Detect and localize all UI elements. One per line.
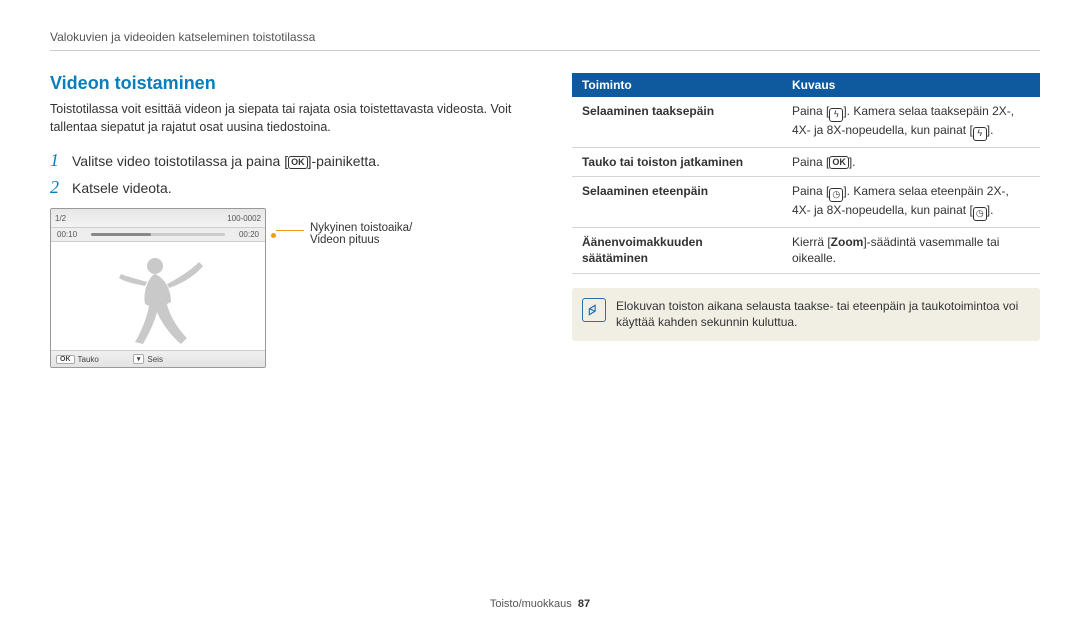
step-text: Katsele videota. — [72, 180, 172, 196]
stop-label: Seis — [147, 355, 163, 364]
breadcrumb: Valokuvien ja videoiden katseleminen toi… — [50, 30, 1040, 51]
callout: Nykyinen toistoaika/ Videon pituus — [276, 222, 412, 246]
desc-scan-back: Paina [ϟ]. Kamera selaa taaksepäin 2X-, … — [782, 97, 1040, 148]
zoom-label: Zoom — [831, 235, 864, 249]
ok-icon: OK — [288, 156, 308, 169]
callout-line2: Videon pituus — [310, 234, 379, 246]
ok-chip: OK — [56, 355, 75, 364]
desc-pause-resume: Paina [OK]. — [782, 148, 1040, 177]
ok-icon: OK — [829, 156, 849, 169]
stop-chip: ▾ — [133, 354, 145, 364]
preview-bottombar: OK Tauko ▾ Seis — [51, 350, 265, 367]
fn-pause-resume: Tauko tai toiston jatkaminen — [572, 148, 782, 177]
note-icon — [582, 298, 606, 322]
page-number: 87 — [578, 598, 590, 610]
flash-icon: ϟ — [829, 108, 843, 122]
step-number: 1 — [50, 150, 72, 171]
callout-line1: Nykyinen toistoaika/ — [310, 222, 412, 234]
fn-volume: Äänenvoimakkuuden säätäminen — [572, 228, 782, 273]
preview-canvas — [51, 242, 265, 350]
table-row: Äänenvoimakkuuden säätäminen Kierrä [Zoo… — [572, 228, 1040, 273]
txt: ]. — [987, 123, 994, 137]
table-row: Selaaminen eteenpäin Paina [◷]. Kamera s… — [572, 177, 1040, 228]
info-note: Elokuvan toiston aikana selausta taakse-… — [572, 288, 1040, 342]
txt: Kierrä [ — [792, 235, 831, 249]
flash-icon: ϟ — [973, 127, 987, 141]
step-number: 2 — [50, 177, 72, 198]
intro-paragraph: Toistotilassa voit esittää videon ja sie… — [50, 100, 528, 136]
timer-icon: ◷ — [829, 188, 843, 202]
video-preview: 1/2 100-0002 00:10 00:20 — [50, 208, 266, 368]
step-1-post: ]-painiketta. — [308, 153, 380, 169]
step-1-pre: Valitse video toistotilassa ja paina [ — [72, 153, 288, 169]
preview-progressbar: 00:10 00:20 — [51, 228, 265, 242]
pause-label: Tauko — [78, 355, 99, 364]
txt: Paina [ — [792, 155, 829, 169]
page-footer: Toisto/muokkaus 87 — [0, 598, 1080, 610]
callout-line-icon — [276, 230, 304, 243]
step-2: 2 Katsele videota. — [50, 177, 528, 198]
counter-label: 1/2 — [55, 214, 66, 223]
th-description: Kuvaus — [782, 73, 1040, 97]
step-1: 1 Valitse video toistotilassa ja paina [… — [50, 150, 528, 171]
table-row: Tauko tai toiston jatkaminen Paina [OK]. — [572, 148, 1040, 177]
file-label: 100-0002 — [227, 214, 261, 223]
functions-table: Toiminto Kuvaus Selaaminen taaksepäin Pa… — [572, 73, 1040, 274]
preview-topbar: 1/2 100-0002 — [51, 209, 265, 228]
th-function: Toiminto — [572, 73, 782, 97]
timer-icon: ◷ — [973, 207, 987, 221]
time-current: 00:10 — [57, 230, 77, 239]
txt: Paina [ — [792, 184, 829, 198]
time-total: 00:20 — [239, 230, 259, 239]
desc-volume: Kierrä [Zoom]-säädintä vasemmalle tai oi… — [782, 228, 1040, 273]
fn-scan-back: Selaaminen taaksepäin — [572, 97, 782, 148]
desc-scan-forward: Paina [◷]. Kamera selaa eteenpäin 2X-, 4… — [782, 177, 1040, 228]
note-text: Elokuvan toiston aikana selausta taakse-… — [616, 299, 1018, 330]
section-heading: Videon toistaminen — [50, 73, 528, 94]
txt: Paina [ — [792, 104, 829, 118]
footer-label: Toisto/muokkaus — [490, 598, 572, 610]
table-row: Selaaminen taaksepäin Paina [ϟ]. Kamera … — [572, 97, 1040, 148]
txt: ]. — [987, 203, 994, 217]
step-text: Valitse video toistotilassa ja paina [OK… — [72, 153, 380, 169]
txt: ]. — [849, 155, 856, 169]
fn-scan-forward: Selaaminen eteenpäin — [572, 177, 782, 228]
